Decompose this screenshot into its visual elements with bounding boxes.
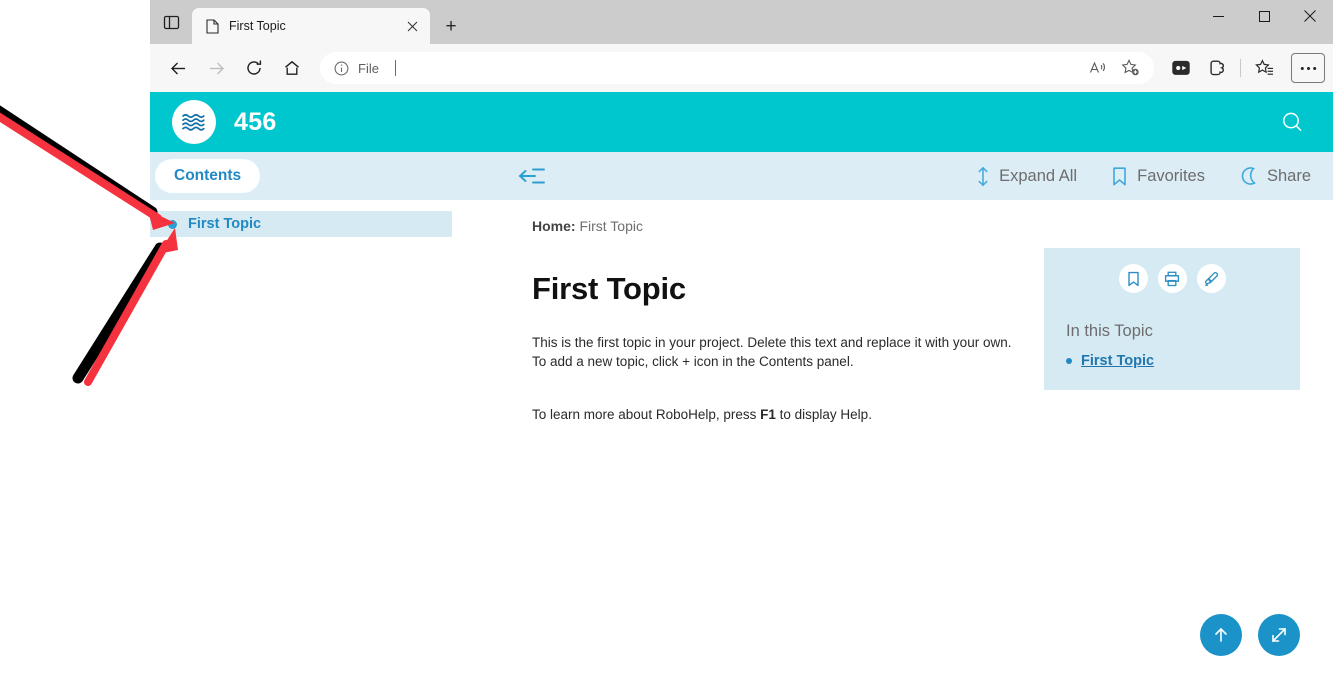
window-controls xyxy=(1195,0,1333,44)
collapse-sidebar-icon[interactable] xyxy=(517,164,547,188)
minimize-button[interactable] xyxy=(1195,0,1241,32)
page-icon xyxy=(204,18,220,34)
contents-sidebar: First Topic xyxy=(150,200,452,678)
paragraph2-before: To learn more about RoboHelp, press xyxy=(532,407,761,423)
info-icon xyxy=(333,60,349,76)
floating-action-buttons xyxy=(1200,614,1300,656)
contents-tab[interactable]: Contents xyxy=(155,159,261,193)
expand-all-button[interactable]: Expand All xyxy=(976,166,1077,187)
app-header: 456 xyxy=(150,92,1333,152)
address-bar-value: File xyxy=(358,60,379,76)
breadcrumb-current: First Topic xyxy=(579,218,643,234)
scroll-to-top-button[interactable] xyxy=(1200,614,1242,656)
web-page: 456 Contents Expand All Favorites Share … xyxy=(150,92,1333,678)
toolbar-actions: Expand All Favorites Share xyxy=(976,166,1311,187)
panel-link-label[interactable]: First Topic xyxy=(1081,353,1154,369)
topic-paragraph-2: To learn more about RoboHelp, press F1 t… xyxy=(532,405,1022,424)
back-arrow-icon[interactable] xyxy=(160,50,196,86)
close-icon[interactable] xyxy=(402,16,422,36)
favorites-list-icon[interactable] xyxy=(1247,51,1281,85)
bookmark-icon[interactable] xyxy=(1118,264,1148,293)
topic-content: Home: First Topic First Topic This is th… xyxy=(452,200,1333,678)
bullet-icon xyxy=(1066,358,1072,364)
share-label: Share xyxy=(1266,166,1311,185)
browser-window: First Topic + File 456 Contents Expand A… xyxy=(150,0,1333,678)
page-body: First Topic Home: First Topic First Topi… xyxy=(150,200,1333,678)
split-screen-icon[interactable] xyxy=(1164,51,1198,85)
app-toolbar: Contents Expand All Favorites Share xyxy=(150,152,1333,200)
tab-list-icon[interactable] xyxy=(150,0,192,44)
bookmark-icon xyxy=(1111,166,1128,187)
toolbar-separator xyxy=(1240,59,1241,77)
screenshot-root: First Topic + File 456 Contents Expand A… xyxy=(0,0,1333,678)
forward-arrow-icon[interactable] xyxy=(198,50,234,86)
in-this-topic-panel: In this Topic First Topic xyxy=(1044,248,1300,390)
close-window-button[interactable] xyxy=(1287,0,1333,32)
paragraph2-key: F1 xyxy=(760,407,776,423)
expand-all-label: Expand All xyxy=(999,166,1078,185)
browser-navbar: File xyxy=(150,44,1333,92)
topic-paragraph-1: This is the first topic in your project.… xyxy=(532,335,1012,370)
print-icon[interactable] xyxy=(1157,264,1187,293)
waves-logo-icon[interactable] xyxy=(172,100,216,144)
more-options-icon[interactable] xyxy=(1291,53,1325,83)
sidebar-item-first-topic[interactable]: First Topic xyxy=(150,211,452,237)
annotation-arrow-shadow xyxy=(0,105,166,384)
favorites-label: Favorites xyxy=(1137,166,1205,185)
share-icon xyxy=(1239,166,1258,186)
home-icon[interactable] xyxy=(274,50,310,86)
panel-link-item[interactable]: First Topic xyxy=(1066,353,1300,369)
new-tab-button[interactable]: + xyxy=(436,11,466,41)
refresh-icon[interactable] xyxy=(236,50,272,86)
panel-icon-row xyxy=(1044,264,1300,293)
bullet-icon xyxy=(168,219,177,229)
browser-tab-title: First Topic xyxy=(229,19,286,33)
expand-view-button[interactable] xyxy=(1258,614,1300,656)
maximize-button[interactable] xyxy=(1241,0,1287,32)
expand-all-icon xyxy=(976,166,990,187)
share-button[interactable]: Share xyxy=(1239,166,1311,186)
address-bar[interactable]: File xyxy=(320,52,1154,84)
browser-tab[interactable]: First Topic xyxy=(192,8,430,44)
paragraph2-after: to display Help. xyxy=(775,407,872,423)
breadcrumb-root[interactable]: Home: xyxy=(532,218,576,234)
text-cursor xyxy=(394,60,396,76)
breadcrumb: Home: First Topic xyxy=(532,218,1333,234)
sidebar-item-label: First Topic xyxy=(188,216,262,232)
search-icon[interactable] xyxy=(1279,109,1305,135)
browser-essentials-icon[interactable] xyxy=(1200,51,1234,85)
browser-titlebar: First Topic + xyxy=(150,0,1333,44)
app-title: 456 xyxy=(234,107,277,136)
address-bar-actions xyxy=(1084,54,1144,82)
read-aloud-icon[interactable] xyxy=(1084,54,1112,82)
highlighter-icon[interactable] xyxy=(1196,264,1226,293)
annotation-arrow-top xyxy=(0,112,175,230)
panel-heading: In this Topic xyxy=(1066,322,1153,340)
favorites-button[interactable]: Favorites xyxy=(1111,166,1205,187)
add-favorite-icon[interactable] xyxy=(1116,54,1144,82)
